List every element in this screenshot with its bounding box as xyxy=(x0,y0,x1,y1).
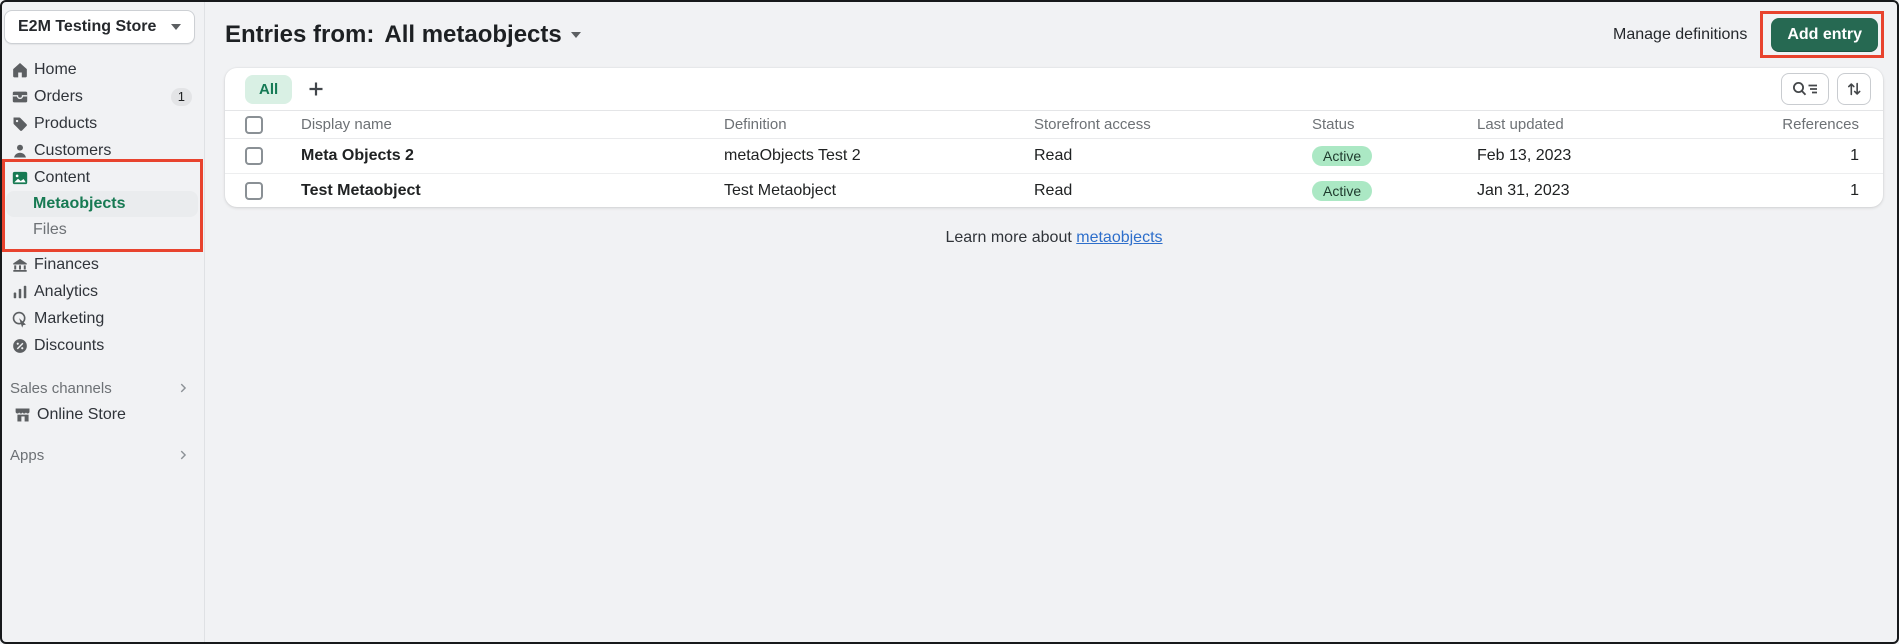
section-label: Apps xyxy=(10,447,44,464)
status-cell: Active xyxy=(1312,181,1477,201)
sidebar-item-content[interactable]: Content xyxy=(0,164,204,191)
target-cursor-icon xyxy=(10,309,30,329)
status-cell: Active xyxy=(1312,146,1477,166)
sidebar-item-label: Products xyxy=(34,115,97,133)
column-header: Storefront access xyxy=(1034,116,1312,133)
store-switcher[interactable]: E2M Testing Store xyxy=(4,10,195,44)
references-cell: 1 xyxy=(1710,147,1859,165)
add-tab-button[interactable] xyxy=(302,75,330,103)
sidebar-item-label: Customers xyxy=(34,142,111,160)
chevron-right-icon xyxy=(176,381,190,395)
sidebar-item-label: Discounts xyxy=(34,337,104,355)
bank-icon xyxy=(10,255,30,275)
sidebar-item-customers[interactable]: Customers xyxy=(0,137,204,164)
chevron-down-icon xyxy=(171,24,181,30)
search-filter-button[interactable] xyxy=(1781,73,1829,105)
store-name: E2M Testing Store xyxy=(18,18,156,36)
person-icon xyxy=(10,141,30,161)
main-content: Entries from: All metaobjects Manage def… xyxy=(206,0,1899,644)
sidebar-item-label: Orders xyxy=(34,88,83,106)
display-name-link[interactable]: Meta Objects 2 xyxy=(301,147,724,165)
sidebar-item-online-store[interactable]: Online Store xyxy=(0,401,204,428)
entries-card: All Display n xyxy=(225,68,1883,207)
references-cell: 1 xyxy=(1710,182,1859,200)
chevron-right-icon xyxy=(176,448,190,462)
storefront-access-cell: Read xyxy=(1034,182,1312,200)
tabs-row: All xyxy=(225,68,1883,110)
definition-cell: Test Metaobject xyxy=(724,182,1034,200)
table-header-row: Display name Definition Storefront acces… xyxy=(225,110,1883,139)
metaobjects-filter-dropdown[interactable]: All metaobjects xyxy=(384,21,580,49)
section-label: Sales channels xyxy=(10,380,112,397)
definition-cell: metaObjects Test 2 xyxy=(724,147,1034,165)
tab-all[interactable]: All xyxy=(245,75,292,104)
chevron-down-icon xyxy=(571,32,581,38)
sidebar-item-products[interactable]: Products xyxy=(0,110,204,137)
table-row[interactable]: Test Metaobject Test Metaobject Read Act… xyxy=(225,173,1883,207)
sort-button[interactable] xyxy=(1837,73,1871,105)
sidebar-item-finances[interactable]: Finances xyxy=(0,251,204,278)
sidebar-subitem-label: Files xyxy=(33,221,67,239)
percent-icon xyxy=(10,336,30,356)
manage-definitions-button[interactable]: Manage definitions xyxy=(1613,26,1747,44)
sidebar-item-discounts[interactable]: Discounts xyxy=(0,332,204,359)
column-header: Display name xyxy=(301,116,724,133)
sidebar: E2M Testing Store Home Orders 1 Products… xyxy=(0,0,205,644)
title-selection: All metaobjects xyxy=(384,21,561,49)
sidebar-item-label: Home xyxy=(34,61,77,79)
bar-chart-icon xyxy=(10,282,30,302)
search-filter-icon xyxy=(1790,79,1820,99)
sidebar-item-home[interactable]: Home xyxy=(0,56,204,83)
sidebar-item-marketing[interactable]: Marketing xyxy=(0,305,204,332)
page-title: Entries from: All metaobjects xyxy=(225,21,581,49)
last-updated-cell: Jan 31, 2023 xyxy=(1477,182,1710,200)
column-header: References xyxy=(1710,116,1859,133)
column-header: Status xyxy=(1312,116,1477,133)
table-actions xyxy=(1781,73,1871,105)
sidebar-section-sales-channels[interactable]: Sales channels xyxy=(0,375,204,401)
row-checkbox[interactable] xyxy=(245,147,263,165)
storefront-icon xyxy=(13,405,33,425)
sidebar-item-label: Online Store xyxy=(37,406,126,424)
select-all-checkbox[interactable] xyxy=(245,116,263,134)
sort-arrows-icon xyxy=(1845,80,1863,98)
storefront-access-cell: Read xyxy=(1034,147,1312,165)
table-row[interactable]: Meta Objects 2 metaObjects Test 2 Read A… xyxy=(225,139,1883,173)
add-entry-button[interactable]: Add entry xyxy=(1771,18,1878,52)
home-icon xyxy=(10,60,30,80)
sidebar-item-label: Marketing xyxy=(34,310,104,328)
orders-icon xyxy=(10,87,30,107)
page-header: Entries from: All metaobjects Manage def… xyxy=(206,0,1899,55)
sidebar-item-files[interactable]: Files xyxy=(6,217,198,243)
header-actions: Manage definitions Add entry xyxy=(1613,18,1888,52)
orders-count-badge: 1 xyxy=(171,88,192,106)
title-prefix: Entries from: xyxy=(225,21,374,49)
sidebar-item-label: Content xyxy=(34,169,90,187)
sidebar-item-orders[interactable]: Orders 1 xyxy=(0,83,204,110)
sidebar-item-metaobjects[interactable]: Metaobjects xyxy=(6,191,198,217)
learn-more-text: Learn more about metaobjects xyxy=(225,229,1883,247)
tag-icon xyxy=(10,114,30,134)
sidebar-item-label: Finances xyxy=(34,256,99,274)
sidebar-subitem-label: Metaobjects xyxy=(33,195,125,213)
display-name-link[interactable]: Test Metaobject xyxy=(301,182,724,200)
column-header: Definition xyxy=(724,116,1034,133)
learn-more-prefix: Learn more about xyxy=(945,229,1071,246)
column-header: Last updated xyxy=(1477,116,1710,133)
status-badge: Active xyxy=(1312,146,1372,166)
add-entry-wrap: Add entry xyxy=(1771,18,1878,52)
sidebar-item-label: Analytics xyxy=(34,283,98,301)
sidebar-section-apps[interactable]: Apps xyxy=(0,442,204,468)
sidebar-item-analytics[interactable]: Analytics xyxy=(0,278,204,305)
status-badge: Active xyxy=(1312,181,1372,201)
last-updated-cell: Feb 13, 2023 xyxy=(1477,147,1710,165)
row-checkbox[interactable] xyxy=(245,182,263,200)
metaobjects-help-link[interactable]: metaobjects xyxy=(1076,229,1162,246)
image-icon xyxy=(10,168,30,188)
plus-icon xyxy=(306,79,326,99)
